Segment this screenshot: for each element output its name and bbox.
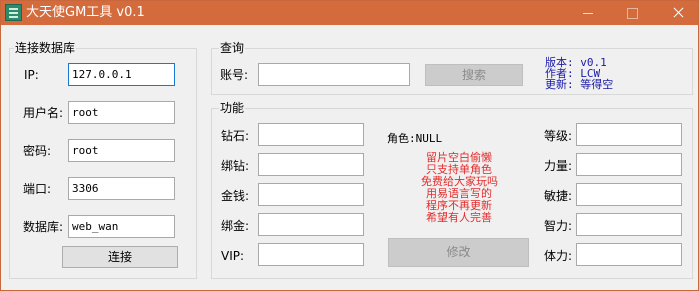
gm-tool-window: 大天使GM工具 v0.1 连接数据库 IP: 127.0.0.1 用户名: ro… <box>0 0 699 291</box>
notice-line: 希望有人完善 <box>426 211 492 224</box>
agility-field[interactable] <box>576 183 682 206</box>
connect-button[interactable]: 连接 <box>62 246 178 268</box>
role-label: 角色:NULL <box>387 132 443 145</box>
username-label: 用户名: <box>23 106 64 120</box>
maximize-icon[interactable] <box>615 1 649 25</box>
database-field[interactable]: web_wan <box>68 215 175 238</box>
notice-text: 留片空白偷懒 只支持单角色 免费给大家玩吗 用易语言写的 程序不再更新 希望有人… <box>421 152 498 224</box>
diamond-label: 钻石: <box>221 129 250 143</box>
intelligence-field[interactable] <box>576 213 682 236</box>
bound-diamond-label: 绑钻: <box>221 159 250 173</box>
minimize-icon[interactable] <box>571 1 605 25</box>
stamina-label: 体力: <box>544 249 573 263</box>
vip-field[interactable] <box>258 243 364 266</box>
ip-field[interactable]: 127.0.0.1 <box>68 63 175 86</box>
bound-diamond-field[interactable] <box>258 153 364 176</box>
strength-label: 力量: <box>544 159 573 173</box>
title-bar[interactable]: 大天使GM工具 v0.1 <box>1 1 698 25</box>
strength-field[interactable] <box>576 153 682 176</box>
port-label: 端口: <box>23 182 52 196</box>
vip-label: VIP: <box>221 249 245 263</box>
function-title: 功能 <box>219 101 246 115</box>
account-field[interactable] <box>258 63 410 86</box>
database-label: 数据库: <box>23 220 64 234</box>
money-field[interactable] <box>258 183 364 206</box>
stamina-field[interactable] <box>576 243 682 266</box>
query-title: 查询 <box>219 41 246 55</box>
username-field[interactable]: root <box>68 101 175 124</box>
account-label: 账号: <box>220 68 249 82</box>
diamond-field[interactable] <box>258 123 364 146</box>
password-label: 密码: <box>23 144 52 158</box>
level-label: 等级: <box>544 129 573 143</box>
search-button[interactable]: 搜索 <box>425 64 523 86</box>
money-label: 金钱: <box>221 189 250 203</box>
window-title: 大天使GM工具 v0.1 <box>26 5 145 20</box>
ip-label: IP: <box>24 68 39 82</box>
agility-label: 敏捷: <box>544 189 573 203</box>
bound-gold-label: 绑金: <box>221 219 250 233</box>
app-icon <box>5 4 22 21</box>
password-field[interactable]: root <box>68 139 175 162</box>
bound-gold-field[interactable] <box>258 213 364 236</box>
modify-button[interactable]: 修改 <box>388 238 529 267</box>
level-field[interactable] <box>576 123 682 146</box>
update-text: 更新: 等得空 <box>545 78 614 91</box>
intelligence-label: 智力: <box>544 219 573 233</box>
close-icon[interactable] <box>659 1 698 25</box>
port-field[interactable]: 3306 <box>68 177 175 200</box>
connection-title: 连接数据库 <box>14 41 77 55</box>
